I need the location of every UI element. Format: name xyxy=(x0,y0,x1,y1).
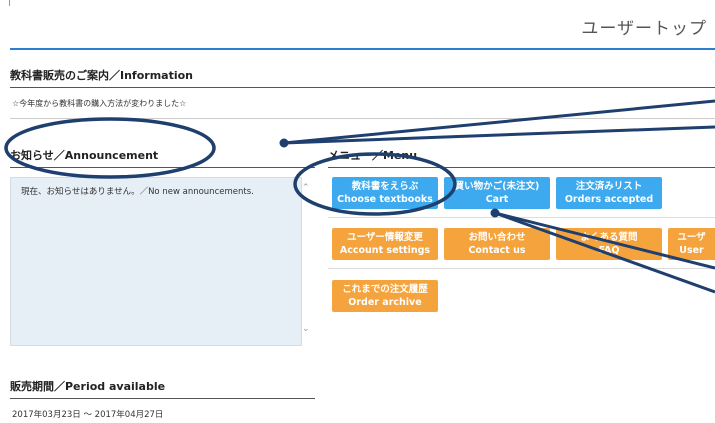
information-heading: 教科書販売のご案内／Information xyxy=(10,67,715,88)
button-label-jp: 買い物かご(未注文) xyxy=(454,181,540,192)
annotation-arrow-line xyxy=(283,125,715,145)
button-label-jp: よくある質問 xyxy=(580,232,638,243)
button-label-jp: 教科書をえらぶ xyxy=(351,181,419,192)
button-label-en: Order archive xyxy=(348,297,422,308)
button-label-en: Cart xyxy=(485,194,509,205)
annotation-arrow-line xyxy=(283,99,715,145)
announcement-panel[interactable]: 現在、お知らせはありません。／No new announcements. xyxy=(10,177,302,346)
choose-textbooks-button[interactable]: 教科書をえらぶ Choose textbooks xyxy=(332,177,438,209)
menu-heading: メニュー／Menu xyxy=(328,147,715,168)
information-note: ☆今年度から教科書の購入方法が変わりました☆ xyxy=(12,99,187,108)
orders-accepted-button[interactable]: 注文済みリスト Orders accepted xyxy=(556,177,662,209)
information-divider xyxy=(10,118,715,119)
order-archive-button[interactable]: これまでの注文履歴 Order archive xyxy=(332,280,438,312)
button-label-en: User xyxy=(679,245,704,256)
faq-button[interactable]: よくある質問 FAQ xyxy=(556,228,662,260)
account-settings-button[interactable]: ユーザー情報変更 Account settings xyxy=(332,228,438,260)
period-heading: 販売期間／Period available xyxy=(10,378,315,399)
button-label-jp: これまでの注文履歴 xyxy=(342,284,428,295)
page-title: ユーザートップ xyxy=(581,19,707,39)
button-label-en: Account settings xyxy=(339,245,431,256)
button-label-jp: 注文済みリスト xyxy=(575,181,643,192)
button-label-en: FAQ xyxy=(598,245,620,256)
button-label-en: Orders accepted xyxy=(564,194,654,205)
contact-us-button[interactable]: お問い合わせ Contact us xyxy=(444,228,550,260)
cart-button[interactable]: 買い物かご(未注文) Cart xyxy=(444,177,550,209)
button-label-en: Choose textbooks xyxy=(337,194,433,205)
menu-divider xyxy=(328,217,715,218)
arrow-origin-dot xyxy=(490,208,500,218)
button-label-jp: ユーザー情報変更 xyxy=(347,232,423,243)
button-label-jp: ユーザ xyxy=(677,232,706,243)
button-label-en: Contact us xyxy=(468,245,526,256)
announcement-text: 現在、お知らせはありません。／No new announcements. xyxy=(21,187,254,197)
scroll-up-icon[interactable]: ⌃ xyxy=(302,183,310,193)
page-header: ユーザートップ xyxy=(10,0,715,50)
announcement-heading: お知らせ／Announcement xyxy=(10,147,315,168)
button-label-jp: お問い合わせ xyxy=(468,232,526,243)
user-button[interactable]: ユーザ User xyxy=(668,228,715,260)
period-dates: 2017年03月23日 ～ 2017年04月27日 xyxy=(12,410,164,420)
arrow-origin-dot xyxy=(279,138,289,148)
scroll-down-icon[interactable]: ⌄ xyxy=(302,324,310,334)
menu-divider xyxy=(328,268,715,269)
